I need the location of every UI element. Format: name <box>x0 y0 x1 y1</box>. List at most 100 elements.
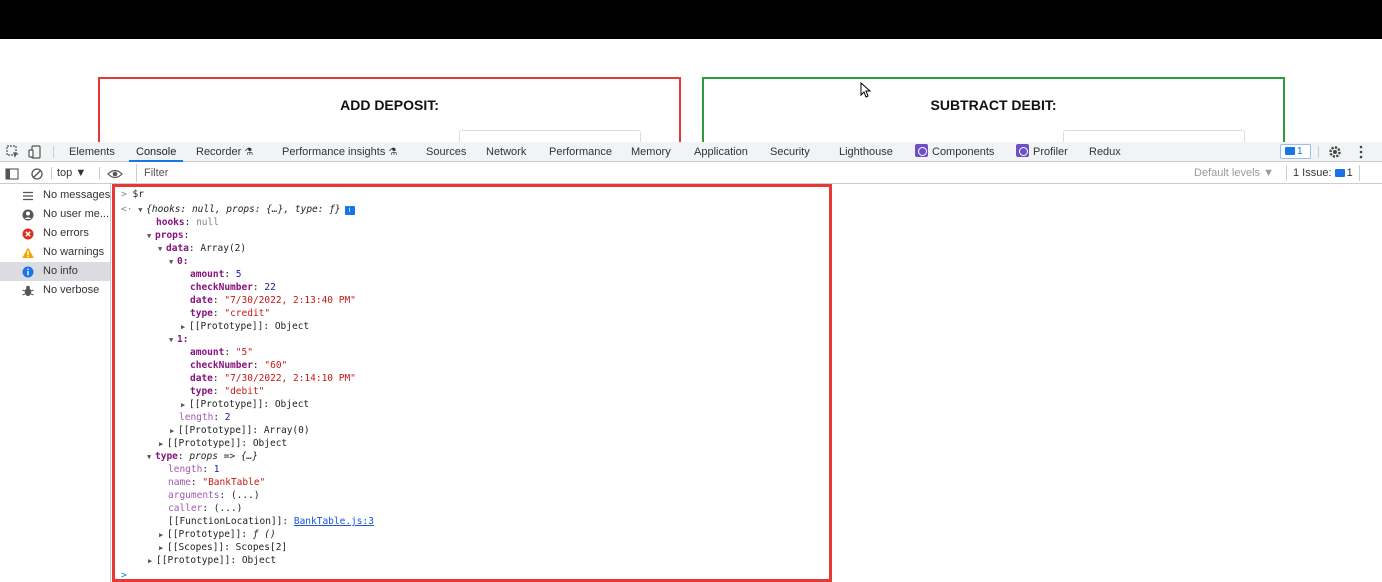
device-toolbar-icon[interactable] <box>27 144 43 160</box>
fn-prototype-row[interactable]: ▶ [[Prototype]]: ƒ () <box>159 528 276 541</box>
sidebar-item-errors[interactable]: No errors <box>0 224 110 243</box>
array-length-row: length: 2 <box>179 412 231 423</box>
props-row[interactable]: ▼ props: <box>147 229 189 242</box>
fn-length-row: length: 1 <box>168 464 220 475</box>
web-page-area: ADD DEPOSIT: SUBTRACT DEBIT: <box>0 39 1382 143</box>
debit-title: SUBTRACT DEBIT: <box>930 97 1057 113</box>
context-selector[interactable]: top ▼ <box>57 163 86 184</box>
tab-recorder[interactable]: Recorder ⚗ <box>196 142 253 162</box>
console-prompt[interactable]: > <box>121 569 127 582</box>
source-link[interactable]: BankTable.js:3 <box>294 516 374 527</box>
info-icon <box>22 266 34 278</box>
fn-arguments-row[interactable]: arguments: (...) <box>168 489 260 502</box>
log-levels-dropdown[interactable]: Default levels ▼ <box>1194 163 1274 184</box>
tab-redux[interactable]: Redux <box>1089 142 1121 162</box>
item-1-checknumber: checkNumber: "60" <box>190 360 288 371</box>
sidebar-item-label: No verbose <box>43 284 100 296</box>
array-prototype-row[interactable]: ▶ [[Prototype]]: Array(0) <box>170 424 310 437</box>
item-1-prototype[interactable]: ▶ [[Prototype]]: Object <box>181 398 309 411</box>
item-1-date: date: "7/30/2022, 2:14:10 PM" <box>190 373 356 384</box>
debit-card: SUBTRACT DEBIT: <box>702 77 1285 143</box>
window-top-bar <box>0 0 1382 39</box>
tab-bar-divider <box>1318 146 1319 158</box>
item-0-prototype[interactable]: ▶ [[Prototype]]: Object <box>181 320 309 333</box>
inspect-element-icon[interactable] <box>5 144 21 160</box>
issues-counter[interactable]: 1 Issue: 1 <box>1286 165 1360 181</box>
sidebar-toggle-icon[interactable] <box>4 166 20 182</box>
fn-location-row: [[FunctionLocation]]: BankTable.js:3 <box>168 516 374 527</box>
item-1-row[interactable]: ▼ 1: <box>169 333 188 346</box>
tab-performance[interactable]: Performance <box>549 142 612 162</box>
messages-count: 1 <box>1297 146 1303 157</box>
gear-icon[interactable] <box>1327 144 1343 160</box>
item-0-checknumber: checkNumber: 22 <box>190 282 276 293</box>
issues-count: 1 <box>1346 167 1353 179</box>
type-row[interactable]: ▼ type: props => {…} <box>147 450 258 463</box>
tab-profiler-label: Profiler <box>1033 146 1068 158</box>
console-command: $r <box>132 189 144 200</box>
devtools-tab-bar: Elements Console Recorder ⚗ Performance i… <box>0 142 1382 162</box>
item-1-type: type: "debit" <box>190 386 265 397</box>
sidebar-item-label: No warnings <box>43 246 105 258</box>
user-icon <box>22 209 34 221</box>
issue-icon <box>1334 169 1345 177</box>
tab-performance-insights[interactable]: Performance insights ⚗ <box>282 142 397 162</box>
issues-label: 1 Issue: <box>1293 167 1332 179</box>
fn-caller-row[interactable]: caller: (...) <box>168 502 242 515</box>
react-icon <box>915 144 928 157</box>
tab-performance-insights-label: Performance insights <box>282 146 386 158</box>
tab-memory[interactable]: Memory <box>631 142 671 162</box>
hooks-row: hooks: null <box>156 217 219 228</box>
tab-components-label: Components <box>932 146 995 158</box>
console-input-line: > $r <box>121 189 144 200</box>
tab-bar-divider <box>53 146 54 158</box>
tab-lighthouse[interactable]: Lighthouse <box>839 142 893 162</box>
filter-input[interactable] <box>136 164 1186 182</box>
flask-icon: ⚗ <box>388 147 398 158</box>
root-prototype-row[interactable]: ▶ [[Prototype]]: Object <box>148 554 276 567</box>
clear-console-icon[interactable] <box>29 166 45 182</box>
object-summary: {hooks: null, props: {…}, type: ƒ} <box>146 204 341 215</box>
sidebar-item-label: No info <box>43 265 78 277</box>
sidebar-item-label: No messages <box>43 189 110 201</box>
tab-components[interactable]: Components <box>915 142 994 162</box>
more-options-icon[interactable] <box>1353 144 1369 160</box>
fn-scopes-row[interactable]: ▶ [[Scopes]]: Scopes[2] <box>159 541 287 554</box>
sidebar-item-label: No errors <box>43 227 89 239</box>
sidebar-item-label: No user me... <box>43 208 110 220</box>
flask-icon: ⚗ <box>244 147 254 158</box>
message-icon <box>1285 147 1295 155</box>
tab-network[interactable]: Network <box>486 142 526 162</box>
tab-recorder-label: Recorder <box>196 146 242 158</box>
tab-elements[interactable]: Elements <box>69 142 115 162</box>
bug-icon <box>22 285 34 296</box>
tab-console[interactable]: Console <box>129 142 184 162</box>
item-0-type: type: "credit" <box>190 308 271 319</box>
sidebar-item-verbose[interactable]: No verbose <box>0 281 110 300</box>
error-icon <box>22 228 34 240</box>
info-badge-icon: i <box>344 206 355 215</box>
messages-badge[interactable]: 1 <box>1280 144 1311 159</box>
tab-sources[interactable]: Sources <box>426 142 466 162</box>
list-icon <box>23 191 33 201</box>
devtools-panel: Elements Console Recorder ⚗ Performance i… <box>0 142 1382 582</box>
sidebar-item-user-messages[interactable]: No user me... <box>0 205 110 224</box>
sidebar-item-info[interactable]: No info <box>0 262 110 281</box>
tab-profiler[interactable]: Profiler <box>1016 142 1068 162</box>
eye-icon[interactable] <box>107 166 123 182</box>
console-sidebar: No messages No user me... No errors No w… <box>0 185 111 582</box>
deposit-card: ADD DEPOSIT: <box>98 77 681 143</box>
item-0-date: date: "7/30/2022, 2:13:40 PM" <box>190 295 356 306</box>
console-result-summary[interactable]: <· ▼ {hooks: null, props: {…}, type: ƒ} i <box>121 203 355 216</box>
data-row[interactable]: ▼ data: Array(2) <box>158 242 246 255</box>
filter-bar-divider <box>51 167 52 179</box>
props-prototype-row[interactable]: ▶ [[Prototype]]: Object <box>159 437 287 450</box>
item-0-row[interactable]: ▼ 0: <box>169 255 188 268</box>
tab-application[interactable]: Application <box>694 142 748 162</box>
tab-security[interactable]: Security <box>770 142 810 162</box>
sidebar-item-messages[interactable]: No messages <box>0 186 110 205</box>
filter-bar-divider <box>99 167 100 179</box>
sidebar-item-warnings[interactable]: No warnings <box>0 243 110 262</box>
mouse-cursor-icon <box>860 82 872 98</box>
console-output: > $r <· ▼ {hooks: null, props: {…}, type:… <box>112 184 832 582</box>
